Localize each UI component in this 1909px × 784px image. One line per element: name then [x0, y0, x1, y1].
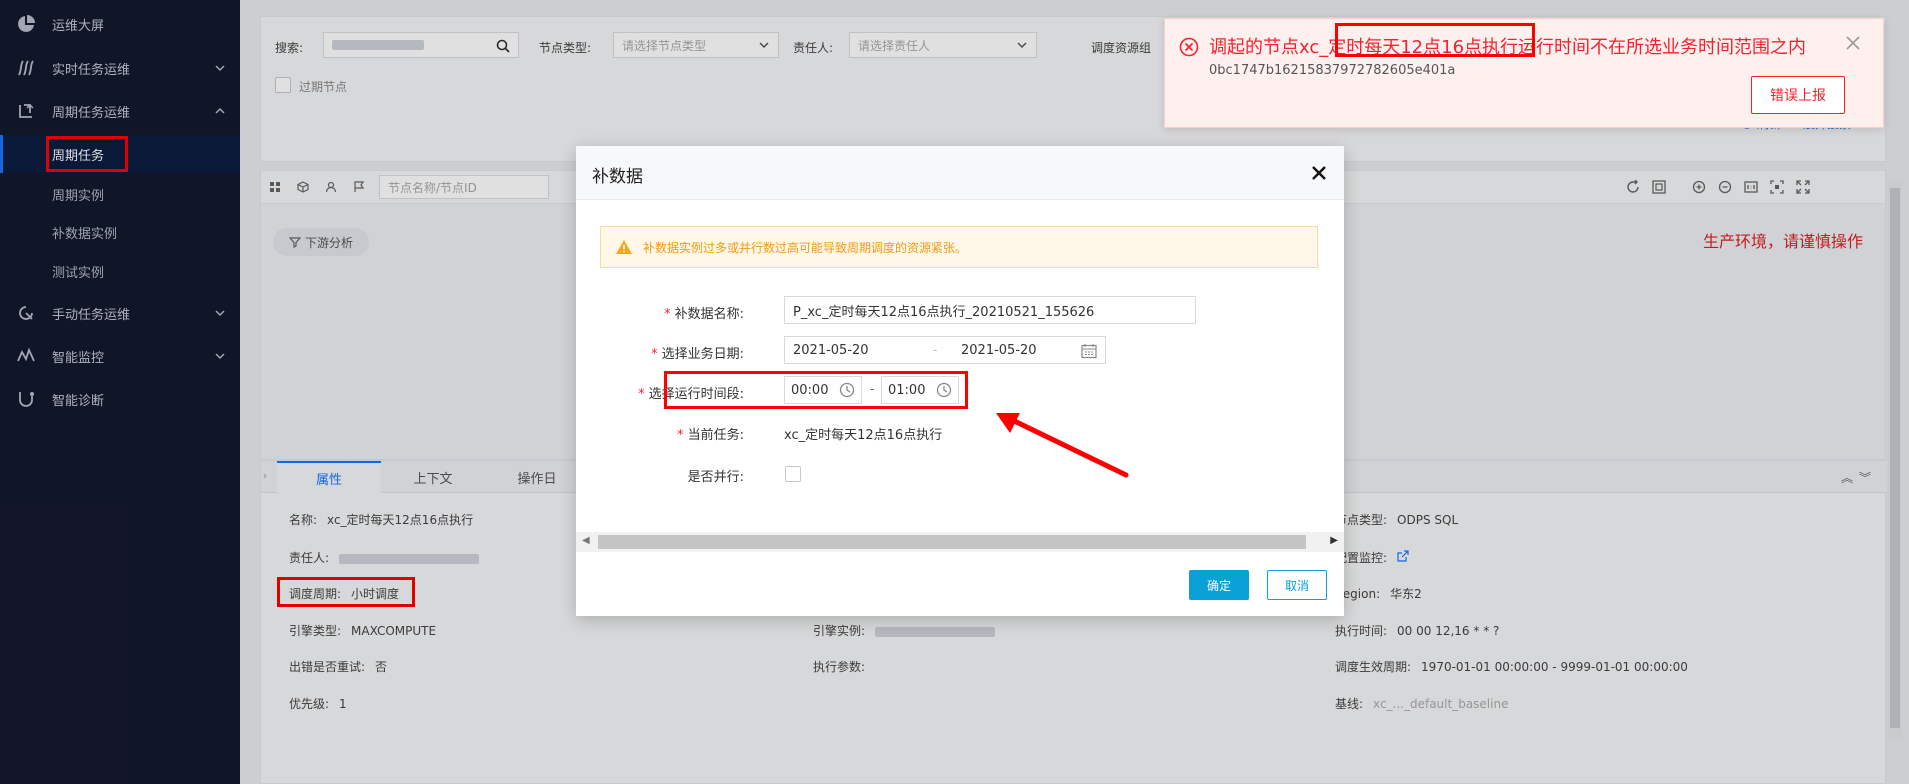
date-range-separator: - [933, 343, 938, 357]
error-request-id: 0bc1747b16215837972782605e401a [1209, 63, 1456, 78]
current-task-label: * 当前任务: [677, 428, 744, 443]
scroll-left-icon[interactable]: ◀ [582, 535, 590, 546]
annotation-box-run-time [664, 371, 968, 409]
dialog-title: 补数据 [592, 167, 643, 187]
current-task-value: xc_定时每天12点16点执行 [784, 428, 943, 443]
report-error-button[interactable]: 错误上报 [1751, 76, 1845, 114]
error-circle-icon [1179, 37, 1199, 57]
warning-text: 补数据实例过多或并行数过高可能导致周期调度的资源紧张。 [643, 240, 968, 255]
dialog-header: 补数据 [576, 146, 1344, 200]
scrollbar-thumb[interactable] [598, 535, 1306, 549]
date-start-value[interactable]: 2021-05-20 [793, 343, 869, 358]
close-icon[interactable] [1845, 35, 1861, 51]
biz-date-range-input[interactable]: 2021-05-20 - 2021-05-20 [784, 336, 1106, 364]
warning-alert: 补数据实例过多或并行数过高可能导致周期调度的资源紧张。 [600, 226, 1318, 268]
parallel-checkbox[interactable] [785, 466, 801, 482]
calendar-icon[interactable] [1081, 343, 1097, 359]
backfill-name-label: * 补数据名称: [664, 307, 744, 322]
close-icon[interactable] [1310, 164, 1328, 182]
backfill-name-input[interactable]: P_xc_定时每天12点16点执行_20210521_155626 [784, 296, 1196, 324]
horizontal-scrollbar[interactable]: ◀ ▶ [576, 532, 1344, 552]
warning-icon [616, 240, 632, 254]
date-end-value[interactable]: 2021-05-20 [961, 343, 1037, 358]
biz-date-label: * 选择业务日期: [651, 347, 744, 362]
scroll-right-icon[interactable]: ▶ [1330, 535, 1338, 546]
annotation-box-error-task [1335, 23, 1535, 57]
annotation-arrow [996, 413, 1129, 478]
parallel-label: 是否并行: [687, 470, 744, 485]
error-notification: 调起的节点xc_定时每天12点16点执行运行时间不在所选业务时间范围之内 0bc… [1164, 18, 1884, 128]
cancel-button[interactable]: 取消 [1267, 570, 1327, 600]
backfill-dialog: 补数据 补数据实例过多或并行数过高可能导致周期调度的资源紧张。 * 补数据名称: … [576, 146, 1344, 616]
confirm-button[interactable]: 确定 [1189, 570, 1249, 600]
backfill-name-value: P_xc_定时每天12点16点执行_20210521_155626 [793, 304, 1095, 320]
